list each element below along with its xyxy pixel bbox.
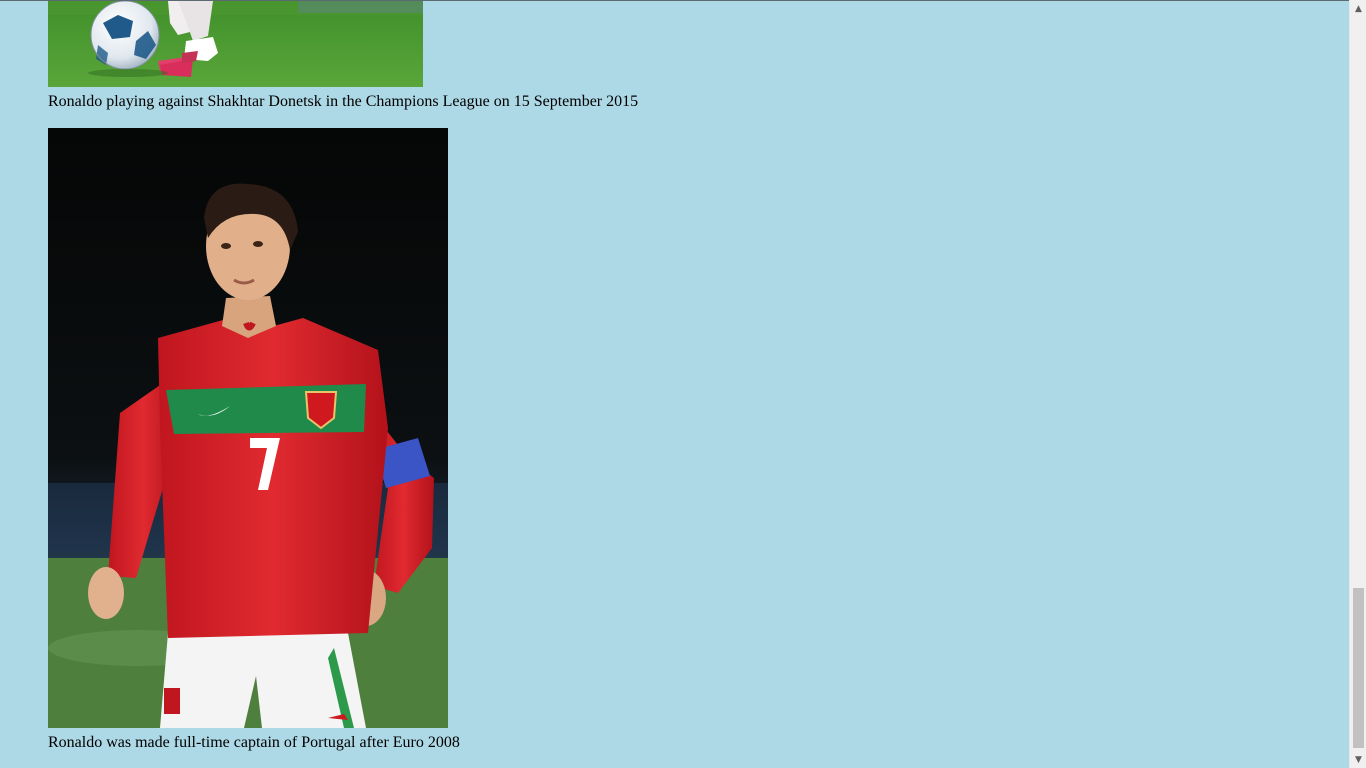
- scrollbar-thumb[interactable]: [1353, 588, 1364, 748]
- figure-caption: Ronaldo playing against Shakhtar Donetsk…: [48, 93, 639, 110]
- vertical-scrollbar[interactable]: ▲ ▼: [1349, 0, 1366, 768]
- page-content: Ronaldo playing against Shakhtar Donetsk…: [0, 0, 1349, 768]
- arrow-up-icon[interactable]: ▲: [1350, 0, 1366, 17]
- figure-image-shakhtar: [48, 1, 423, 87]
- figure-image-portugal-captain: [48, 128, 448, 728]
- arrow-down-icon[interactable]: ▼: [1350, 751, 1366, 768]
- figure-caption: Ronaldo was made full-time captain of Po…: [48, 734, 460, 751]
